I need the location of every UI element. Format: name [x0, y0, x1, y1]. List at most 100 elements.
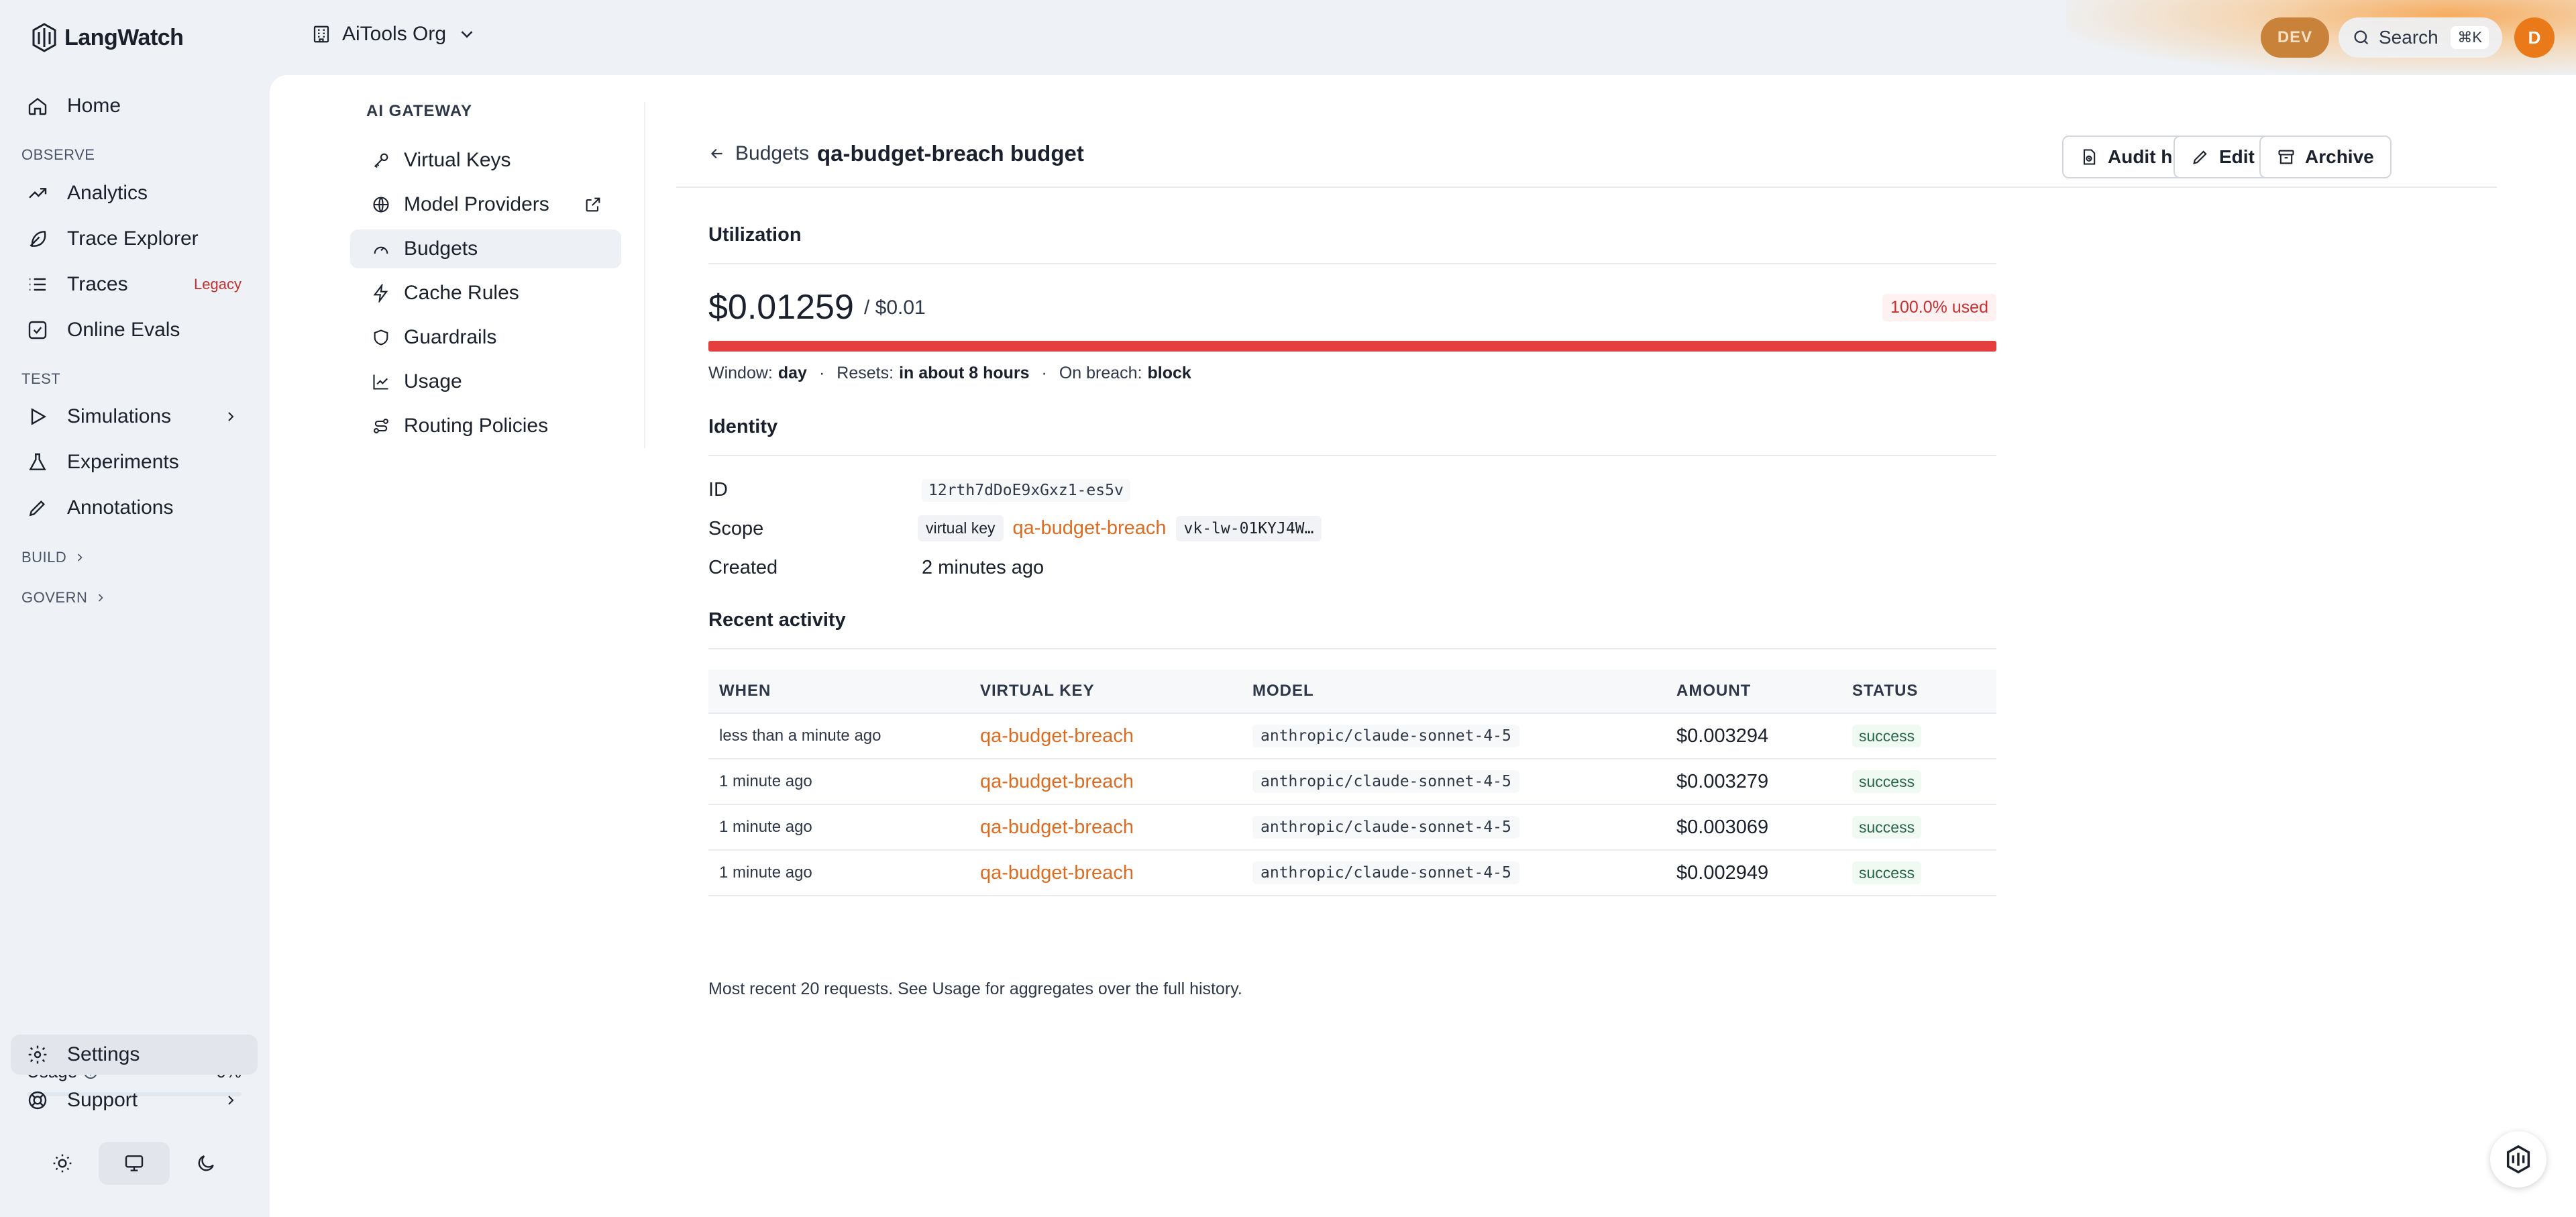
sidebar-item-annotations[interactable]: Annotations [11, 488, 258, 528]
edit-button[interactable]: Edit [2174, 136, 2272, 178]
feather-icon [30, 231, 46, 247]
zap-icon [373, 284, 388, 303]
row-model: anthropic/claude-sonnet-4-5 [1252, 861, 1519, 884]
scope-type-tag: virtual key [918, 515, 1004, 541]
search-label: Search [2379, 27, 2438, 48]
system-theme-button[interactable] [98, 1142, 170, 1185]
user-avatar[interactable]: D [2514, 17, 2555, 58]
resets-value: in about 8 hours [899, 364, 1030, 382]
chevron-right-icon [228, 412, 234, 421]
subnav-title: AI GATEWAY [366, 102, 473, 120]
sidebar-item-support[interactable]: Support [11, 1080, 258, 1120]
org-switcher[interactable]: AiTools Org [311, 23, 477, 46]
subnav-item-virtual-keys[interactable]: Virtual Keys [350, 141, 621, 180]
sidebar-item-label: Settings [67, 1043, 140, 1065]
subnav-divider [644, 102, 645, 448]
section-observe: OBSERVE [21, 146, 95, 163]
row-model: anthropic/claude-sonnet-4-5 [1252, 770, 1519, 793]
pencil-icon [29, 500, 46, 517]
budget-id[interactable]: 12rth7dDoE9xGxz1-es5v [922, 479, 1130, 502]
archive-icon [2278, 150, 2294, 164]
sidebar-item-label: Online Evals [67, 319, 180, 341]
row-status-badge: success [1852, 724, 1922, 747]
subnav-item-budgets[interactable]: Budgets [350, 229, 621, 268]
row-virtual-key-link[interactable]: qa-budget-breach [980, 771, 1134, 792]
sidebar-item-label: Experiments [67, 451, 179, 473]
utilization-divider [708, 263, 1996, 264]
subnav-item-guardrails[interactable]: Guardrails [350, 318, 621, 357]
route-icon [374, 419, 388, 433]
play-icon [31, 408, 47, 425]
row-virtual-key-link[interactable]: qa-budget-breach [980, 862, 1134, 884]
app-name: LangWatch [64, 24, 184, 50]
used-percent-badge: 100.0% used [1882, 294, 1996, 321]
activity-title: Recent activity [708, 609, 846, 631]
utilization-progress-fill [708, 341, 1996, 352]
subnav-item-label: Guardrails [404, 326, 497, 348]
home-icon [28, 97, 47, 115]
row-virtual-key-link[interactable]: qa-budget-breach [980, 816, 1134, 838]
section-govern[interactable]: GOVERN [21, 589, 107, 606]
external-link-icon [586, 197, 600, 212]
scope-virtual-key-link[interactable]: qa-budget-breach [1013, 517, 1167, 539]
pencil-icon [2193, 150, 2207, 164]
chevron-down-icon [461, 31, 473, 38]
sidebar-item-label: Traces [67, 273, 128, 295]
lifebuoy-icon [28, 1091, 47, 1110]
app-logo[interactable]: LangWatch [32, 23, 184, 52]
row-when: 1 minute ago [719, 863, 812, 882]
sidebar-item-experiments[interactable]: Experiments [11, 442, 258, 482]
budget-meta: Window: day · Resets: in about 8 hours ·… [708, 364, 1191, 383]
row-amount: $0.003279 [1676, 770, 1769, 792]
sidebar-item-label: Analytics [67, 182, 148, 204]
sidebar-item-online-evals[interactable]: Online Evals [11, 310, 258, 350]
archive-button[interactable]: Archive [2259, 136, 2392, 178]
help-chat-button[interactable] [2490, 1131, 2546, 1187]
spent-amount: $0.01259 [708, 288, 854, 327]
table-row: 1 minute ago qa-budget-breach anthropic/… [708, 805, 1996, 851]
breach-value: block [1147, 364, 1191, 382]
chevron-right-icon [99, 594, 104, 602]
window-label: Window: [708, 364, 773, 382]
sidebar-item-traces[interactable]: Traces Legacy [11, 264, 258, 305]
chevron-right-icon [78, 553, 83, 562]
sidebar-item-settings[interactable]: Settings [11, 1035, 258, 1075]
history-icon [2083, 149, 2096, 165]
back-to-budgets-link[interactable]: Budgets [708, 142, 809, 165]
check-square-icon [28, 321, 47, 339]
subnav-item-label: Budgets [404, 237, 478, 260]
org-name: AiTools Org [342, 23, 447, 45]
subnav-item-model-providers[interactable]: Model Providers [350, 185, 621, 224]
sidebar-item-label: Annotations [67, 496, 174, 519]
subnav-item-cache-rules[interactable]: Cache Rules [350, 274, 621, 313]
sidebar-item-trace-explorer[interactable]: Trace Explorer [11, 219, 258, 259]
light-theme-button[interactable] [27, 1142, 99, 1185]
sidebar-item-analytics[interactable]: Analytics [11, 173, 258, 213]
column-status: STATUS [1852, 682, 1919, 700]
section-build[interactable]: BUILD [21, 549, 87, 566]
row-virtual-key-link[interactable]: qa-budget-breach [980, 725, 1134, 747]
table-header: WHEN VIRTUAL KEY MODEL AMOUNT STATUS [708, 670, 1996, 714]
list-icon [30, 278, 46, 291]
scope-value: virtual key qa-budget-breach vk-lw-01KYJ… [918, 515, 1322, 541]
meta-separator: · [818, 364, 825, 382]
breach-label: On breach: [1059, 364, 1142, 382]
dark-theme-button[interactable] [170, 1142, 241, 1185]
table-row: 1 minute ago qa-budget-breach anthropic/… [708, 759, 1996, 805]
search-button[interactable]: Search ⌘K [2339, 17, 2502, 58]
top-bar: LangWatch AiTools Org DEV Search ⌘K D [0, 0, 2576, 75]
chat-widget-icon [2506, 1145, 2530, 1174]
langwatch-logo-icon [32, 23, 56, 52]
sidebar-item-home[interactable]: Home [11, 86, 258, 126]
row-status-badge: success [1852, 861, 1922, 884]
section-test: TEST [21, 370, 61, 387]
flask-icon [29, 453, 46, 470]
subnav-item-usage[interactable]: Usage [350, 362, 621, 401]
id-label: ID [708, 479, 728, 500]
subnav-item-routing-policies[interactable]: Routing Policies [350, 407, 621, 445]
edit-label: Edit [2219, 146, 2255, 167]
column-virtual-key: VIRTUAL KEY [980, 682, 1095, 700]
sidebar-item-simulations[interactable]: Simulations [11, 396, 258, 437]
utilization-progress [708, 341, 1996, 352]
chevron-right-icon [228, 1096, 234, 1105]
